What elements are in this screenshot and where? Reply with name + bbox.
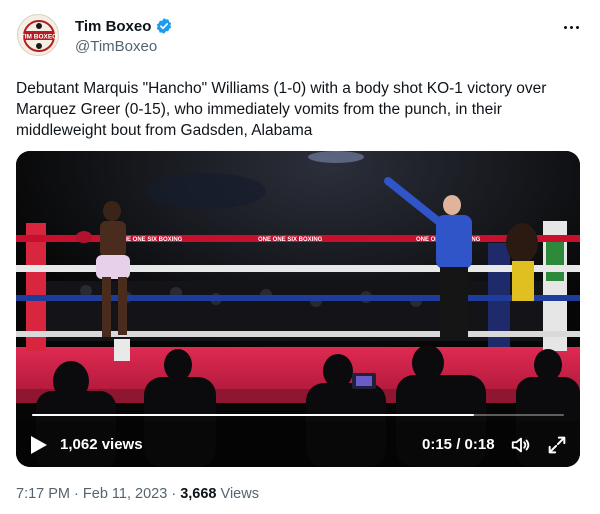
play-icon[interactable] xyxy=(30,435,48,455)
avatar-text: TIM BOXEO xyxy=(21,34,57,41)
author-name[interactable]: Tim Boxeo xyxy=(75,18,151,35)
avatar[interactable]: TIM BOXEO xyxy=(17,14,59,56)
more-options-icon[interactable] xyxy=(560,16,582,38)
meta-separator: · xyxy=(171,486,177,502)
video-time: 0:15 / 0:18 xyxy=(422,436,495,453)
video-views: 1,062 views xyxy=(60,436,143,453)
tweet-card[interactable]: TIM BOXEO Tim Boxeo @TimBoxeo Debutant M… xyxy=(0,0,600,514)
video-frame: ONE ONE SIX BOXING ONE ONE SIX BOXING ON… xyxy=(16,151,580,467)
tweet-meta: 7:17 PM · Feb 11, 2023 · 3,668 Views xyxy=(16,486,259,502)
ring-banner: ONE ONE SIX BOXING xyxy=(118,237,183,243)
avatar-logo: TIM BOXEO xyxy=(19,16,58,55)
video-player[interactable]: ONE ONE SIX BOXING ONE ONE SIX BOXING ON… xyxy=(16,151,580,467)
tweet-text: Debutant Marquis "Hancho" Williams (1-0)… xyxy=(16,80,547,139)
ring-banner: ONE ONE SIX BOXING xyxy=(258,237,323,243)
views-label: Views xyxy=(220,486,259,502)
verified-badge-icon xyxy=(156,18,172,34)
volume-icon[interactable] xyxy=(510,434,532,456)
tweet-date[interactable]: Feb 11, 2023 xyxy=(83,486,167,502)
meta-separator: · xyxy=(74,486,79,502)
video-progress-bar[interactable] xyxy=(32,414,564,416)
video-progress-fill xyxy=(32,414,474,416)
views-count: 3,668 xyxy=(180,486,217,502)
tweet-time[interactable]: 7:17 PM xyxy=(16,486,70,502)
author-handle[interactable]: @TimBoxeo xyxy=(75,38,157,55)
fullscreen-icon[interactable] xyxy=(546,434,568,456)
